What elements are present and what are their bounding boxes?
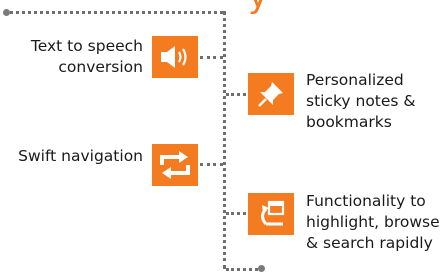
connector-branch-swap	[200, 163, 223, 166]
feature-diagram: y Text to speech conversion Swift naviga…	[0, 0, 445, 279]
connector-start-dot	[3, 9, 10, 16]
connector-branch-speaker	[200, 56, 223, 59]
feature-label-text-to-speech: Text to speech conversion	[31, 36, 143, 78]
feature-label-line: bookmarks	[306, 113, 392, 131]
feature-label-line: Text to speech	[30, 37, 143, 55]
feature-label-line: Personalized	[306, 71, 404, 89]
connector-top-horizontal	[10, 11, 223, 14]
feature-label-line: sticky notes &	[306, 92, 416, 110]
speaker-icon	[152, 36, 198, 78]
swap-arrows-icon	[152, 144, 198, 186]
connector-branch-highlight	[226, 212, 246, 215]
feature-label-line: Functionality to	[306, 192, 426, 210]
highlight-search-icon	[248, 193, 294, 235]
feature-label-line: conversion	[58, 58, 143, 76]
feature-label-line: & search rapidly	[306, 234, 433, 252]
feature-label-line: highlight, browse	[306, 213, 440, 231]
pushpin-icon	[248, 73, 294, 115]
connector-main-vertical	[223, 11, 226, 269]
feature-label-sticky-notes: Personalized sticky notes & bookmarks	[306, 70, 416, 133]
connector-branch-pushpin	[226, 93, 246, 96]
title-fragment: y	[248, 0, 268, 16]
feature-label-swift-navigation: Swift navigation	[18, 146, 143, 167]
feature-label-line: Swift navigation	[18, 147, 143, 165]
connector-bottom-horizontal	[226, 268, 258, 271]
feature-label-highlight-search: Functionality to highlight, browse & sea…	[306, 191, 440, 254]
connector-end-dot	[258, 265, 265, 272]
